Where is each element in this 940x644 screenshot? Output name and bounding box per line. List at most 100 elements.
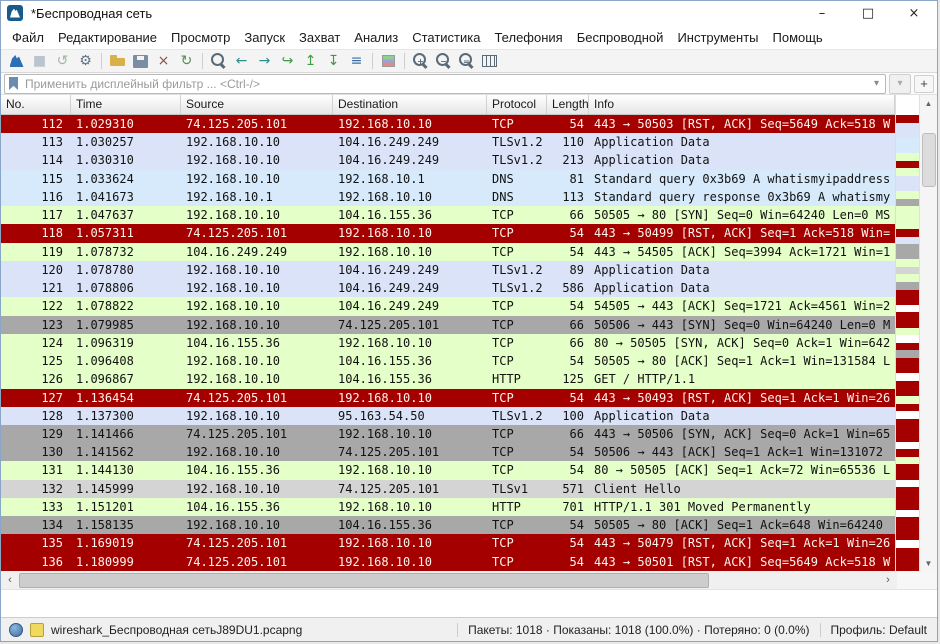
packet-row-128[interactable]: 1281.137300192.168.10.1095.163.54.50TLSv…	[1, 407, 895, 425]
column-header-info[interactable]: Info	[589, 95, 895, 114]
scroll-left-icon[interactable]: ‹	[1, 574, 19, 586]
colorize-icon[interactable]	[377, 51, 400, 71]
packet-protocol: HTTP	[487, 370, 547, 388]
minimap-stripe	[896, 237, 919, 245]
column-header-no[interactable]: No.	[1, 95, 71, 114]
menu-tools[interactable]: Инструменты	[670, 27, 765, 48]
packet-row-119[interactable]: 1191.078732104.16.249.249192.168.10.10TC…	[1, 243, 895, 261]
packet-source: 104.16.249.249	[181, 243, 333, 261]
capture-options-icon[interactable]: ⚙	[74, 51, 97, 71]
maximize-button[interactable]: □	[845, 1, 891, 25]
horizontal-scrollbar-thumb[interactable]	[19, 573, 709, 588]
stop-capture-icon[interactable]: ■	[28, 51, 51, 71]
capture-comment-icon[interactable]	[30, 623, 44, 637]
zoom-reset-icon[interactable]: =	[455, 51, 478, 71]
packet-row-118[interactable]: 1181.05731174.125.205.101192.168.10.10TC…	[1, 224, 895, 242]
packet-row-129[interactable]: 1291.14146674.125.205.101192.168.10.10TC…	[1, 425, 895, 443]
packet-row-133[interactable]: 1331.151201104.16.155.36192.168.10.10HTT…	[1, 498, 895, 516]
packet-source: 192.168.10.10	[181, 297, 333, 315]
filter-history-dropdown-icon[interactable]: ▾	[872, 78, 881, 89]
packet-row-116[interactable]: 1161.041673192.168.10.1192.168.10.10DNS1…	[1, 188, 895, 206]
start-capture-icon[interactable]	[5, 51, 28, 71]
packet-row-130[interactable]: 1301.141562192.168.10.1074.125.205.101TC…	[1, 443, 895, 461]
packet-row-135[interactable]: 1351.16901974.125.205.101192.168.10.10TC…	[1, 534, 895, 552]
menu-help[interactable]: Помощь	[766, 27, 830, 48]
packet-row-126[interactable]: 1261.096867192.168.10.10104.16.155.36HTT…	[1, 370, 895, 388]
column-header-destination[interactable]: Destination	[333, 95, 487, 114]
packet-time: 1.136454	[71, 389, 181, 407]
open-file-icon[interactable]	[106, 51, 129, 71]
packet-row-132[interactable]: 1321.145999192.168.10.1074.125.205.101TL…	[1, 480, 895, 498]
reload-file-icon[interactable]: ↻	[175, 51, 198, 71]
vertical-scrollbar-track[interactable]	[920, 111, 937, 555]
profile-label[interactable]: Профиль: Default	[820, 623, 930, 637]
packet-row-120[interactable]: 1201.078780192.168.10.10104.16.249.249TL…	[1, 261, 895, 279]
filter-presets-dropdown[interactable]: ▾	[889, 74, 911, 94]
packet-row-121[interactable]: 1211.078806192.168.10.10104.16.249.249TL…	[1, 279, 895, 297]
statusbar: wireshark_Беспроводная сетьJ89DU1.pcapng…	[1, 617, 937, 641]
packet-row-136[interactable]: 1361.18099974.125.205.101192.168.10.10TC…	[1, 553, 895, 571]
horizontal-scrollbar-track[interactable]	[19, 571, 879, 589]
packet-row-112[interactable]: 1121.02931074.125.205.101192.168.10.10TC…	[1, 115, 895, 133]
menu-analyze[interactable]: Анализ	[347, 27, 405, 48]
packet-length: 54	[547, 553, 589, 571]
packet-row-125[interactable]: 1251.096408192.168.10.10104.16.155.36TCP…	[1, 352, 895, 370]
vertical-scrollbar[interactable]: ▲ ▼	[919, 95, 937, 571]
go-to-packet-icon[interactable]: ↪	[276, 51, 299, 71]
go-forward-icon[interactable]: →	[253, 51, 276, 71]
close-file-icon[interactable]: ×	[152, 51, 175, 71]
menu-go[interactable]: Запуск	[237, 27, 292, 48]
menu-capture[interactable]: Захват	[292, 27, 347, 48]
menu-file[interactable]: Файл	[5, 27, 51, 48]
menu-telephony[interactable]: Телефония	[487, 27, 569, 48]
packet-row-134[interactable]: 1341.158135192.168.10.10104.16.155.36TCP…	[1, 516, 895, 534]
packet-row-127[interactable]: 1271.13645474.125.205.101192.168.10.10TC…	[1, 389, 895, 407]
find-packet-icon[interactable]	[207, 51, 230, 71]
packet-row-113[interactable]: 1131.030257192.168.10.10104.16.249.249TL…	[1, 133, 895, 151]
column-header-protocol[interactable]: Protocol	[487, 95, 547, 114]
packet-length: 110	[547, 133, 589, 151]
packet-row-114[interactable]: 1141.030310192.168.10.10104.16.249.249TL…	[1, 151, 895, 169]
horizontal-scrollbar[interactable]: ‹ ›	[1, 571, 897, 589]
menu-edit[interactable]: Редактирование	[51, 27, 164, 48]
go-first-packet-icon[interactable]: ↥	[299, 51, 322, 71]
close-button[interactable]: ×	[891, 1, 937, 25]
menu-wireless[interactable]: Беспроводной	[570, 27, 671, 48]
display-filter-field[interactable]: ▾	[4, 74, 886, 94]
go-back-icon[interactable]: ←	[230, 51, 253, 71]
menu-view[interactable]: Просмотр	[164, 27, 237, 48]
packet-row-117[interactable]: 1171.047637192.168.10.10104.16.155.36TCP…	[1, 206, 895, 224]
scroll-right-icon[interactable]: ›	[879, 574, 897, 586]
scroll-up-icon[interactable]: ▲	[925, 95, 933, 111]
packet-row-124[interactable]: 1241.096319104.16.155.36192.168.10.10TCP…	[1, 334, 895, 352]
packet-row-131[interactable]: 1311.144130104.16.155.36192.168.10.10TCP…	[1, 461, 895, 479]
minimize-button[interactable]: –	[799, 1, 845, 25]
packet-row-115[interactable]: 1151.033624192.168.10.10192.168.10.1DNS8…	[1, 170, 895, 188]
packet-length: 89	[547, 261, 589, 279]
column-header-source[interactable]: Source	[181, 95, 333, 114]
packet-row-123[interactable]: 1231.079985192.168.10.1074.125.205.101TC…	[1, 316, 895, 334]
display-filter-input[interactable]	[23, 76, 872, 92]
packet-row-122[interactable]: 1221.078822192.168.10.10104.16.249.249TC…	[1, 297, 895, 315]
scroll-down-icon[interactable]: ▼	[925, 555, 933, 571]
intelligent-scrollbar-minimap[interactable]	[895, 95, 919, 571]
expert-info-icon[interactable]	[9, 623, 23, 637]
auto-scroll-icon[interactable]: ≡	[345, 51, 368, 71]
filter-bookmark-icon[interactable]	[9, 77, 18, 90]
go-last-packet-icon[interactable]: ↧	[322, 51, 345, 71]
resize-columns-icon[interactable]	[478, 51, 501, 71]
filter-add-button[interactable]: +	[914, 75, 934, 93]
vertical-scrollbar-thumb[interactable]	[922, 133, 936, 187]
minimap-stripe	[896, 411, 919, 419]
save-file-icon[interactable]	[129, 51, 152, 71]
titlebar[interactable]: *Беспроводная сеть – □ ×	[1, 1, 937, 25]
column-header-time[interactable]: Time	[71, 95, 181, 114]
packet-destination: 74.125.205.101	[333, 480, 487, 498]
minimap-stripe	[896, 472, 919, 480]
restart-capture-icon[interactable]: ↺	[51, 51, 74, 71]
column-header-length[interactable]: Length	[547, 95, 589, 114]
menu-statistics[interactable]: Статистика	[405, 27, 487, 48]
packet-no: 120	[1, 261, 71, 279]
zoom-out-icon[interactable]: −	[432, 51, 455, 71]
zoom-in-icon[interactable]: +	[409, 51, 432, 71]
